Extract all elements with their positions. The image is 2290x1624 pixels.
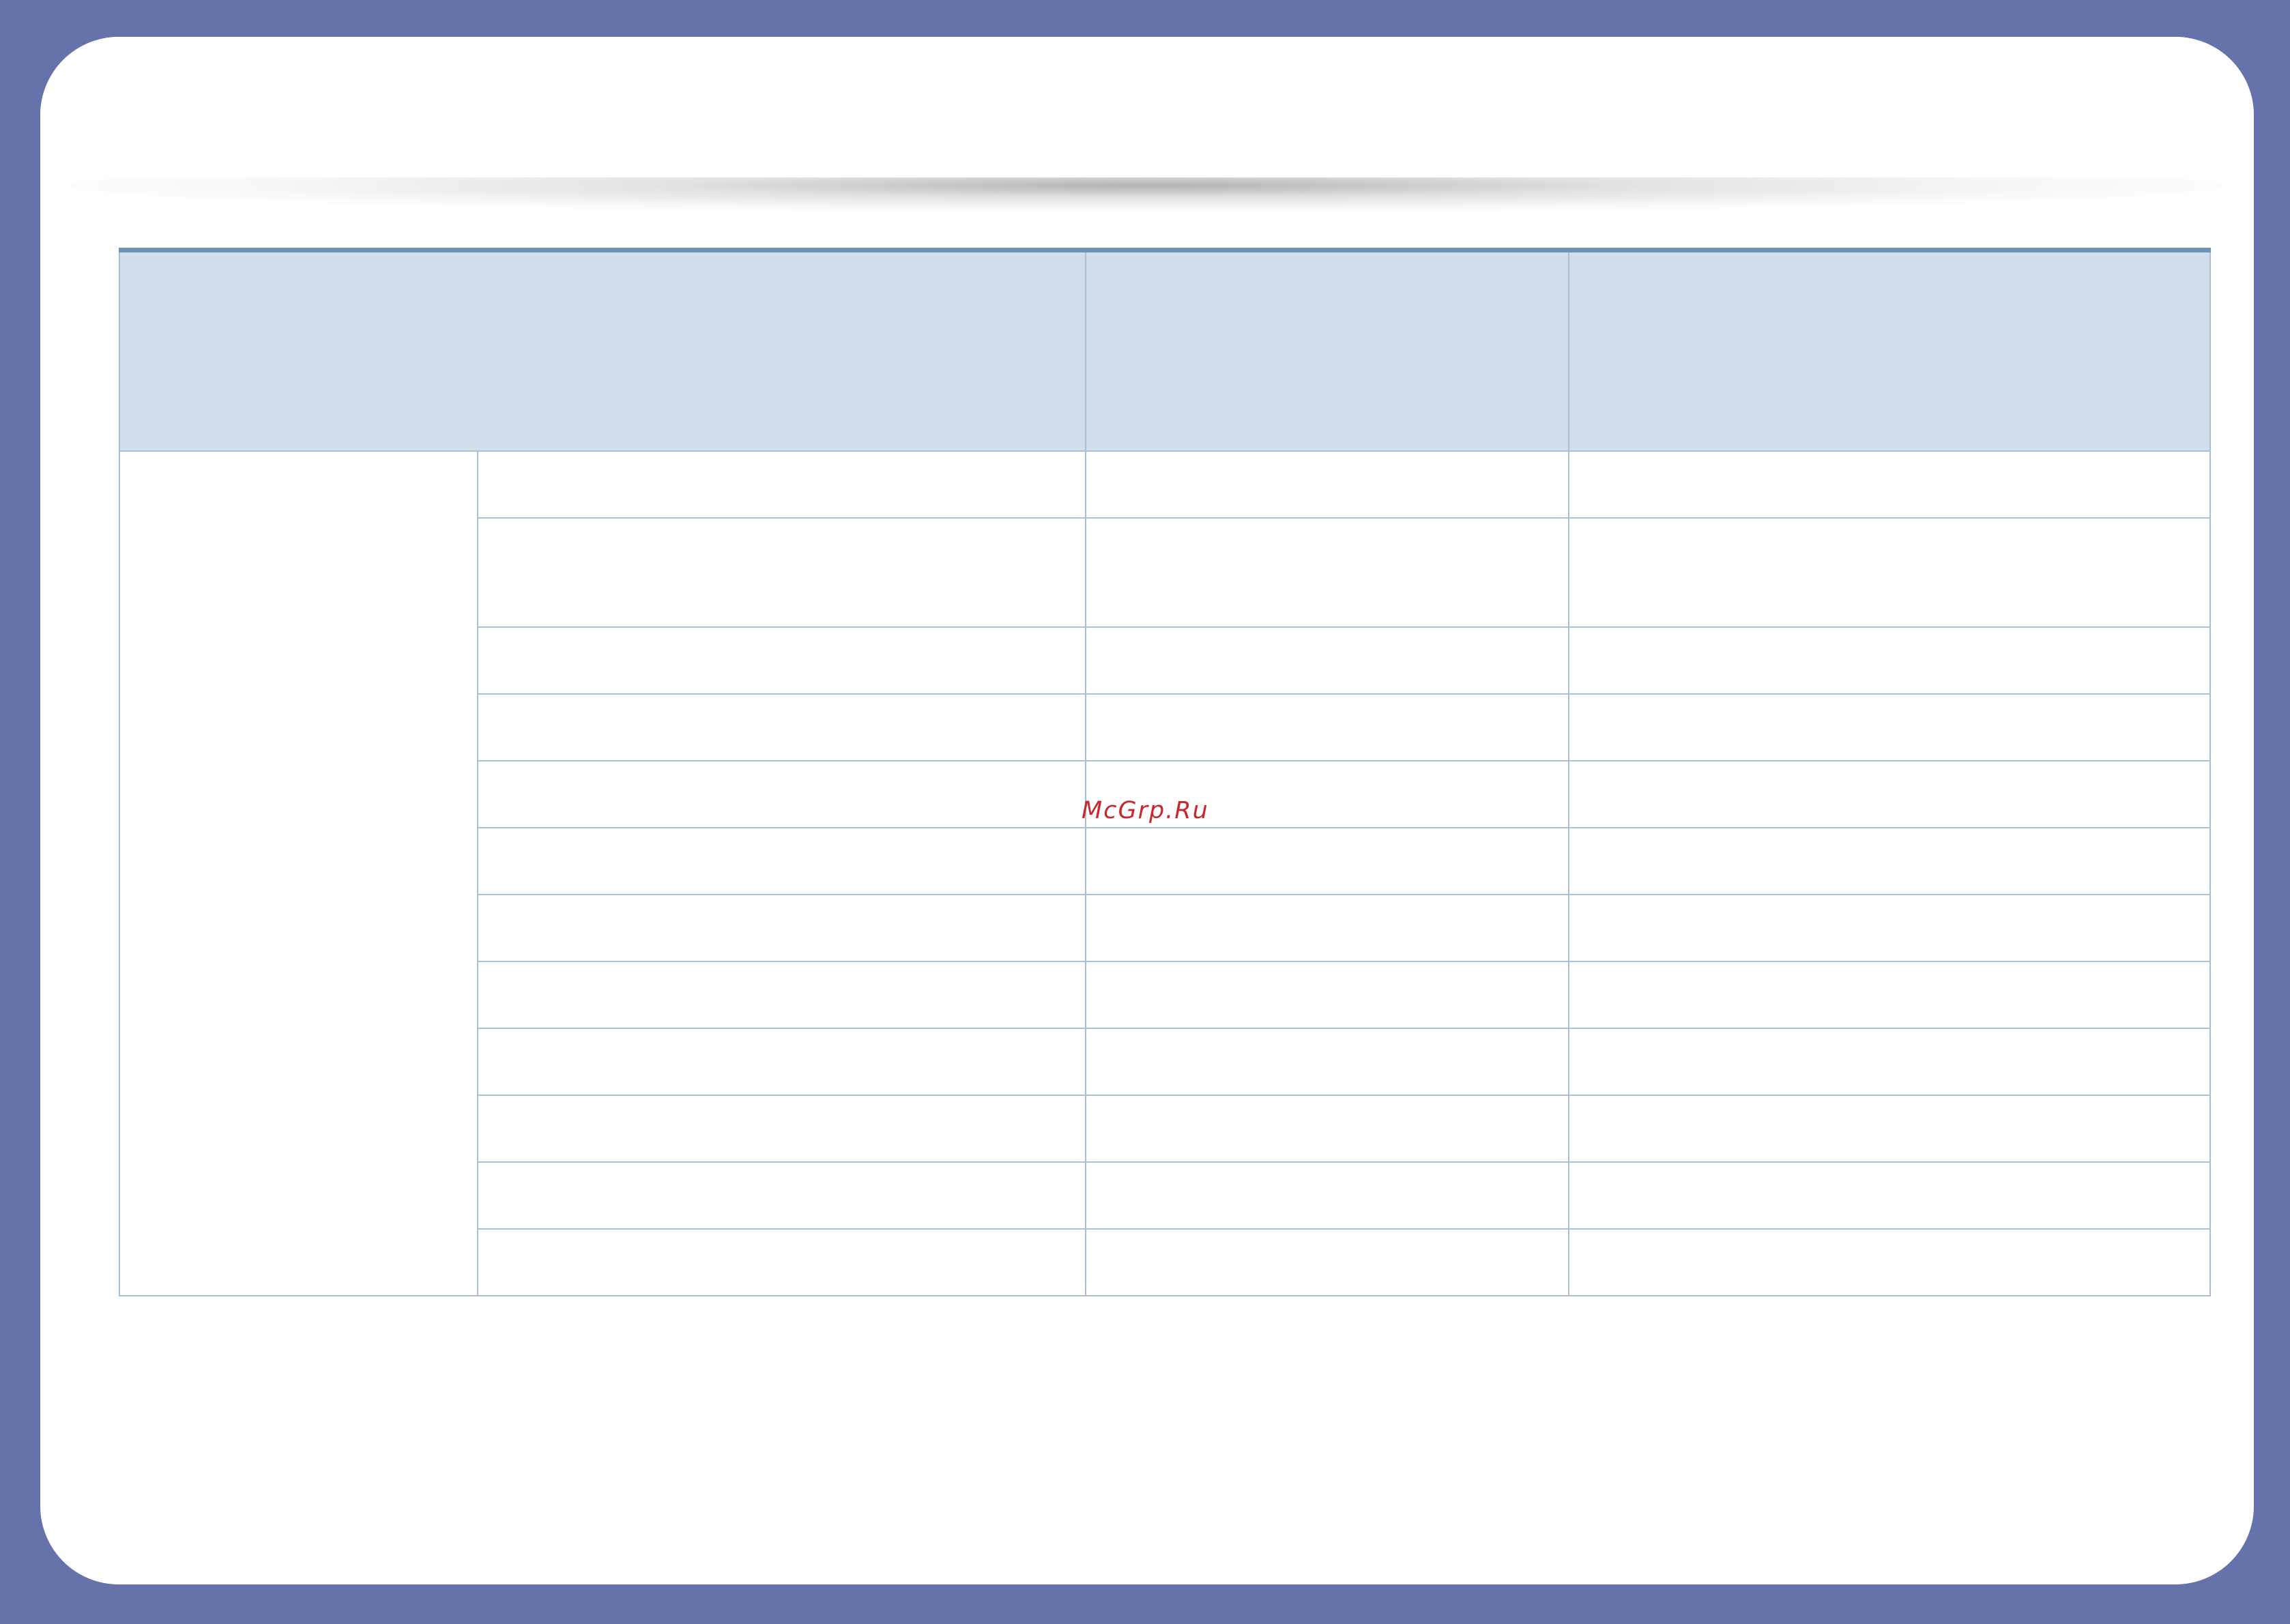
spec-table xyxy=(119,248,2211,1296)
table-cell xyxy=(477,894,1086,962)
table-cell xyxy=(1085,1228,1569,1296)
table-cell xyxy=(1568,894,2211,962)
table-cell xyxy=(1568,626,2211,695)
table-cell xyxy=(1085,1028,1569,1096)
table-cell xyxy=(477,1228,1086,1296)
table-cell xyxy=(1568,1094,2211,1163)
table-cell xyxy=(1085,961,1569,1029)
table-cell xyxy=(1085,450,1569,519)
table-cell xyxy=(477,1028,1086,1096)
table-cell xyxy=(1568,961,2211,1029)
table-cell xyxy=(1568,1228,2211,1296)
table-header-cell xyxy=(1085,249,1569,452)
page-header xyxy=(40,37,2254,177)
table-cell xyxy=(1568,693,2211,762)
table-cell xyxy=(1085,894,1569,962)
table-cell xyxy=(1568,517,2211,628)
table-cell xyxy=(1568,1028,2211,1096)
watermark-text: McGrp.Ru xyxy=(1082,797,1209,824)
table-row xyxy=(119,450,2211,1296)
table-cell xyxy=(477,827,1086,895)
table-cell xyxy=(477,517,1086,628)
table-cell xyxy=(1085,626,1569,695)
table-cell xyxy=(1568,760,2211,828)
table-cell xyxy=(477,1094,1086,1163)
table-cell xyxy=(477,693,1086,762)
table-cell xyxy=(1568,450,2211,519)
table-cell xyxy=(1085,827,1569,895)
table-header-cell xyxy=(119,249,1086,452)
table-cell xyxy=(1085,517,1569,628)
table-cell xyxy=(1568,827,2211,895)
table-cell xyxy=(477,961,1086,1029)
table-header-row xyxy=(119,249,2211,452)
table-header-cell xyxy=(1568,249,2211,452)
table-cell xyxy=(1085,1094,1569,1163)
table-cell xyxy=(477,626,1086,695)
table-cell xyxy=(477,760,1086,828)
table-group-cell xyxy=(119,450,478,1296)
table-cell xyxy=(1085,693,1569,762)
table-cell xyxy=(1568,1161,2211,1230)
table-cell xyxy=(477,1161,1086,1230)
table-cell xyxy=(1085,1161,1569,1230)
table-cell xyxy=(477,450,1086,519)
